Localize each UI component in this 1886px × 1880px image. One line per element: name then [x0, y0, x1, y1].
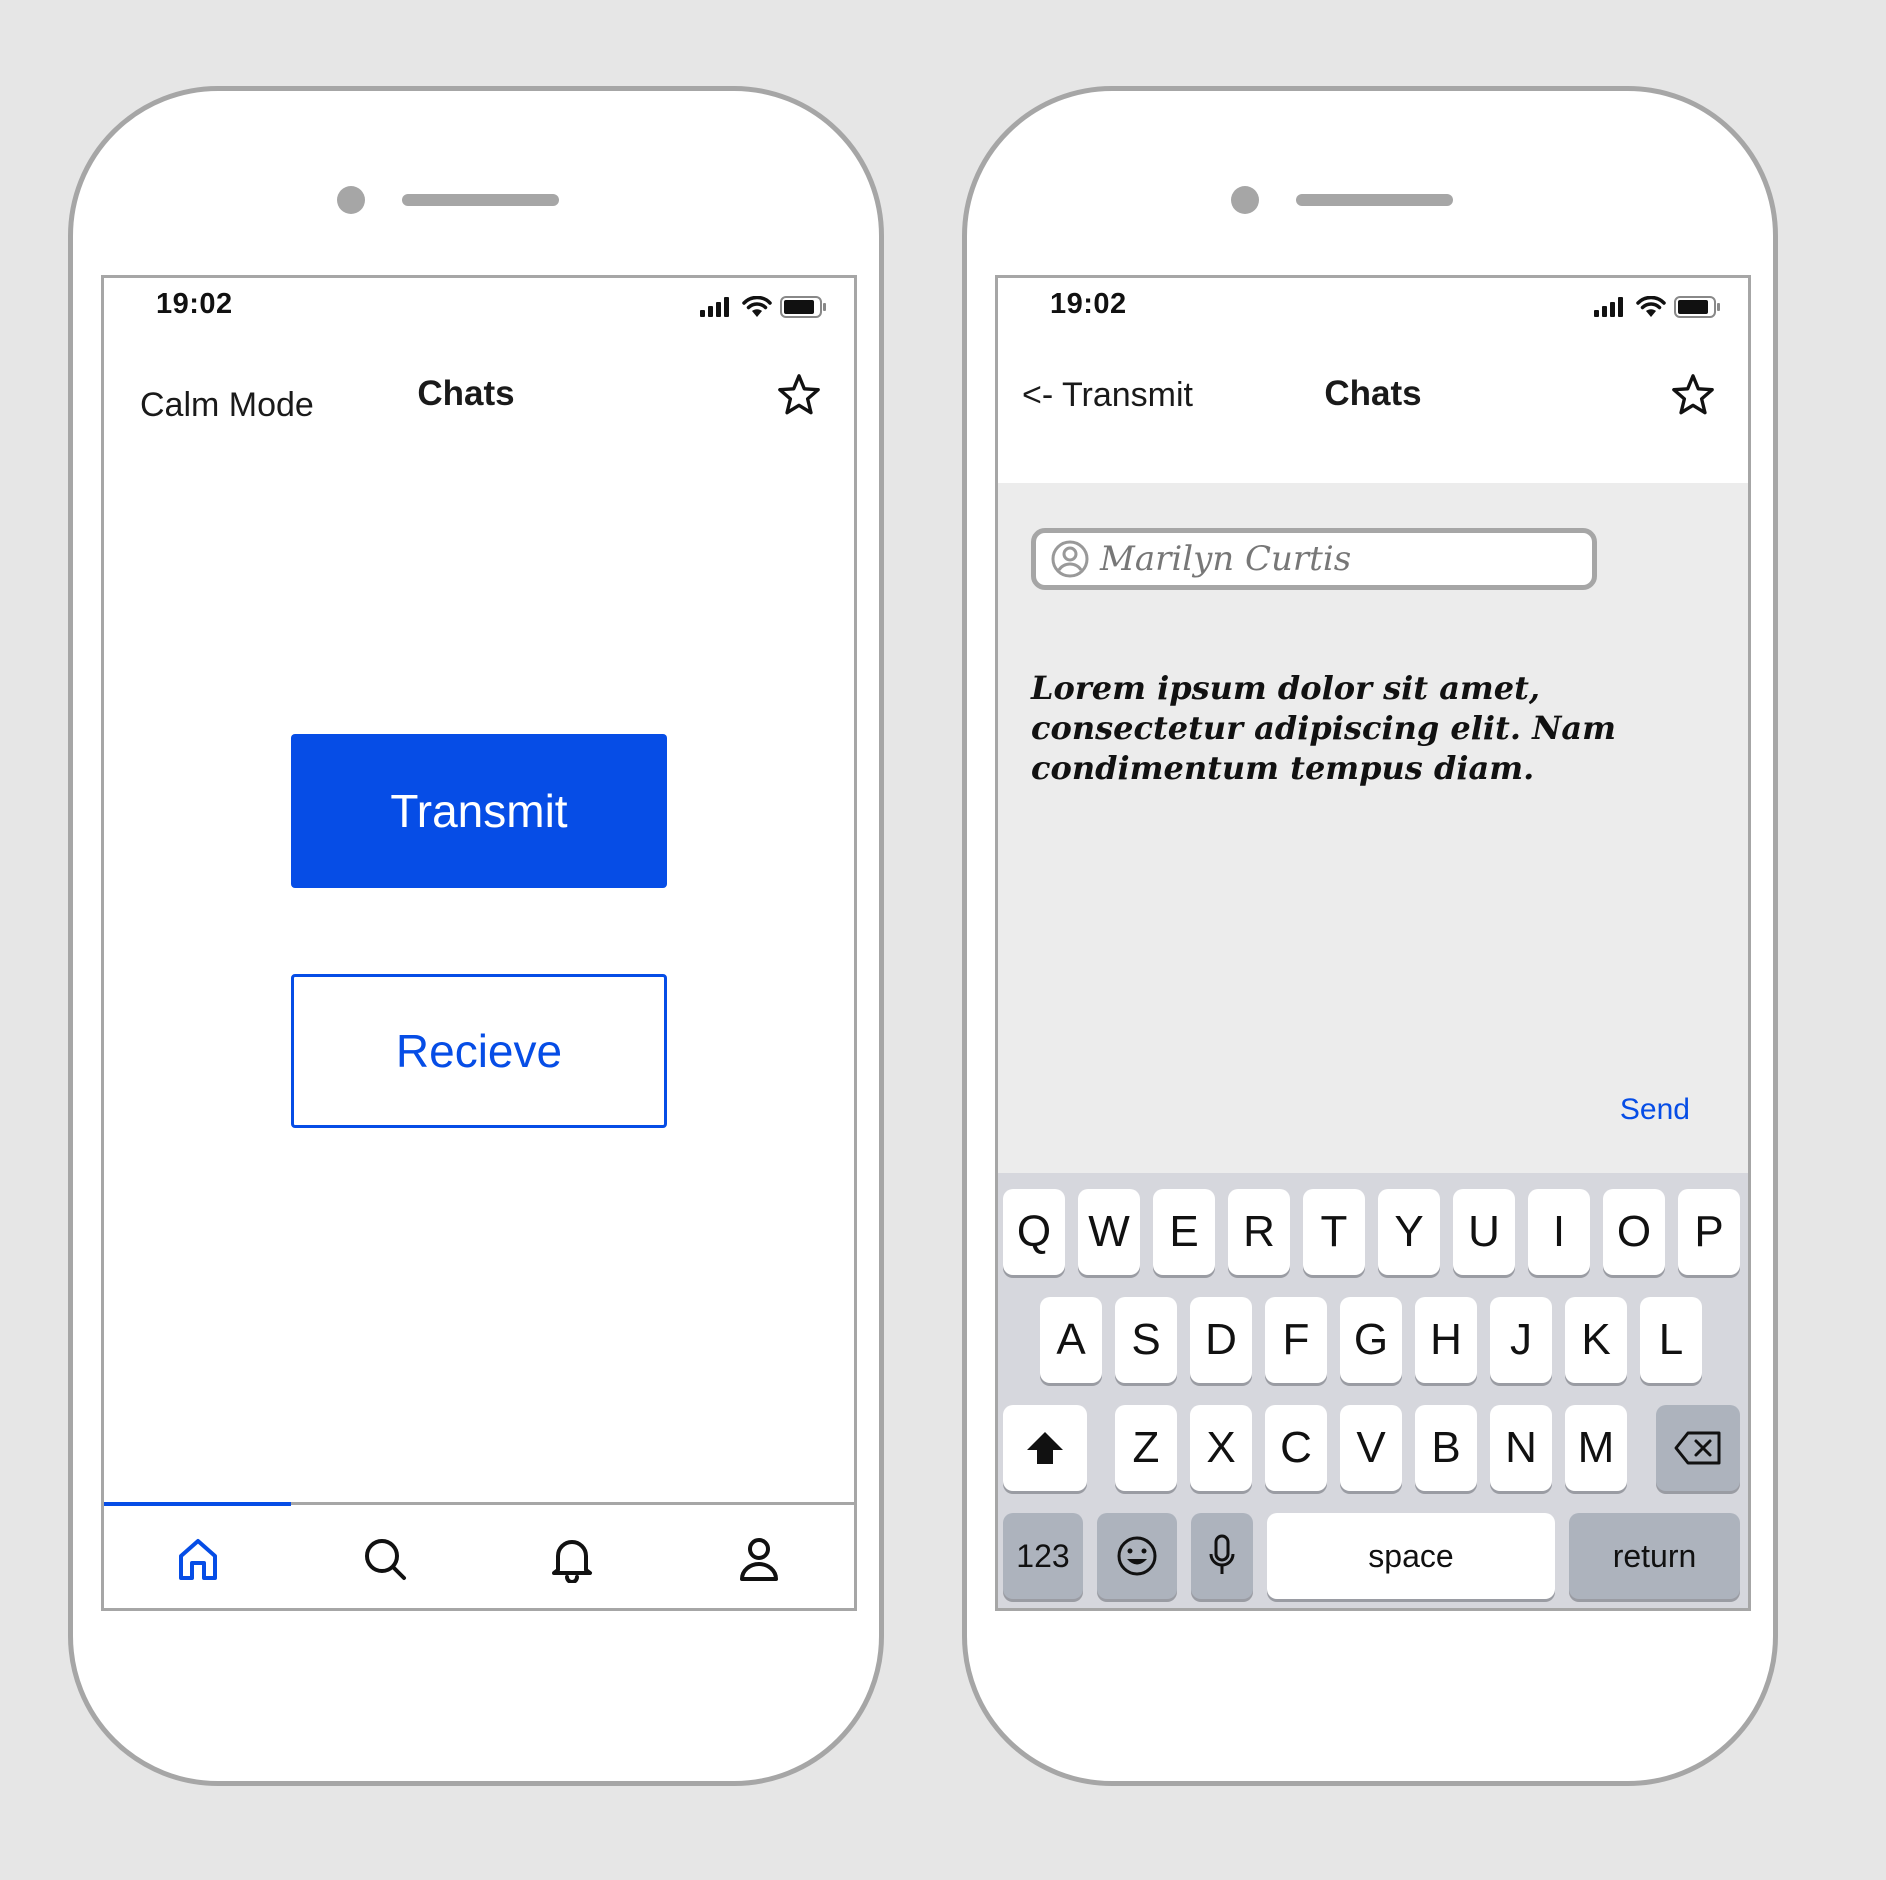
calm-mode-button[interactable]: Calm Mode [140, 386, 314, 425]
backspace-key[interactable] [1656, 1405, 1740, 1491]
wifi-icon [742, 296, 772, 317]
key-a[interactable]: A [1040, 1297, 1102, 1383]
key-h[interactable]: H [1415, 1297, 1477, 1383]
transmit-button[interactable]: Transmit [291, 734, 667, 888]
compose-area: Marilyn Curtis Lorem ipsum dolor sit ame… [998, 483, 1748, 1173]
microphone-icon [1209, 1534, 1235, 1574]
phone-frame-left: 19:02 Calm Mode Chats Transmit Recieve [68, 86, 884, 1786]
star-icon[interactable] [776, 372, 822, 418]
key-b[interactable]: B [1415, 1405, 1477, 1491]
key-c[interactable]: C [1265, 1405, 1327, 1491]
key-k[interactable]: K [1565, 1297, 1627, 1383]
message-input[interactable]: Lorem ipsum dolor sit amet, consectetur … [1031, 668, 1671, 788]
status-icons [1594, 296, 1722, 318]
space-key[interactable]: space [1267, 1513, 1555, 1599]
signal-icon [1594, 297, 1623, 317]
emoji-key[interactable] [1097, 1513, 1177, 1599]
shift-icon [1027, 1432, 1063, 1464]
numbers-key[interactable]: 123 [1003, 1513, 1083, 1599]
key-l[interactable]: L [1640, 1297, 1702, 1383]
return-key[interactable]: return [1569, 1513, 1740, 1599]
keyboard: Q W E R T Y U I O P A S D F G H J K L Z … [998, 1173, 1748, 1608]
home-screen: 19:02 Calm Mode Chats Transmit Recieve [101, 275, 857, 1611]
user-icon[interactable] [735, 1535, 783, 1583]
key-g[interactable]: G [1340, 1297, 1402, 1383]
shift-key[interactable] [1003, 1405, 1087, 1491]
key-r[interactable]: R [1228, 1189, 1290, 1275]
status-time: 19:02 [1050, 288, 1127, 320]
key-i[interactable]: I [1528, 1189, 1590, 1275]
key-x[interactable]: X [1190, 1405, 1252, 1491]
key-j[interactable]: J [1490, 1297, 1552, 1383]
tab-bar [104, 1502, 854, 1608]
compose-screen: 19:02 <- Transmit Chats Marilyn Curtis L… [995, 275, 1751, 1611]
status-time: 19:02 [156, 288, 233, 320]
home-icon[interactable] [174, 1535, 222, 1583]
earpiece-speaker [1296, 194, 1453, 206]
key-n[interactable]: N [1490, 1405, 1552, 1491]
key-e[interactable]: E [1153, 1189, 1215, 1275]
key-o[interactable]: O [1603, 1189, 1665, 1275]
key-q[interactable]: Q [1003, 1189, 1065, 1275]
key-m[interactable]: M [1565, 1405, 1627, 1491]
key-f[interactable]: F [1265, 1297, 1327, 1383]
wifi-icon [1636, 296, 1666, 317]
front-camera [337, 186, 365, 214]
key-p[interactable]: P [1678, 1189, 1740, 1275]
earpiece-speaker [402, 194, 559, 206]
search-icon[interactable] [361, 1535, 409, 1583]
recipient-name: Marilyn Curtis [1100, 539, 1352, 579]
key-t[interactable]: T [1303, 1189, 1365, 1275]
key-z[interactable]: Z [1115, 1405, 1177, 1491]
battery-icon [780, 296, 826, 318]
phone-frame-right: 19:02 <- Transmit Chats Marilyn Curtis L… [962, 86, 1778, 1786]
active-tab-indicator [104, 1502, 291, 1506]
send-button[interactable]: Send [1620, 1093, 1690, 1127]
recipient-field[interactable]: Marilyn Curtis [1031, 528, 1597, 590]
signal-icon [700, 297, 729, 317]
key-v[interactable]: V [1340, 1405, 1402, 1491]
key-w[interactable]: W [1078, 1189, 1140, 1275]
status-icons [700, 296, 828, 318]
bell-icon[interactable] [548, 1535, 596, 1583]
key-s[interactable]: S [1115, 1297, 1177, 1383]
back-button[interactable]: <- Transmit [1022, 376, 1193, 415]
battery-icon [1674, 296, 1720, 318]
backspace-icon [1674, 1431, 1721, 1465]
star-icon[interactable] [1670, 372, 1716, 418]
key-d[interactable]: D [1190, 1297, 1252, 1383]
key-y[interactable]: Y [1378, 1189, 1440, 1275]
receive-button[interactable]: Recieve [291, 974, 667, 1128]
microphone-key[interactable] [1191, 1513, 1253, 1599]
key-u[interactable]: U [1453, 1189, 1515, 1275]
avatar-icon [1051, 540, 1089, 578]
front-camera [1231, 186, 1259, 214]
emoji-icon [1117, 1536, 1157, 1576]
